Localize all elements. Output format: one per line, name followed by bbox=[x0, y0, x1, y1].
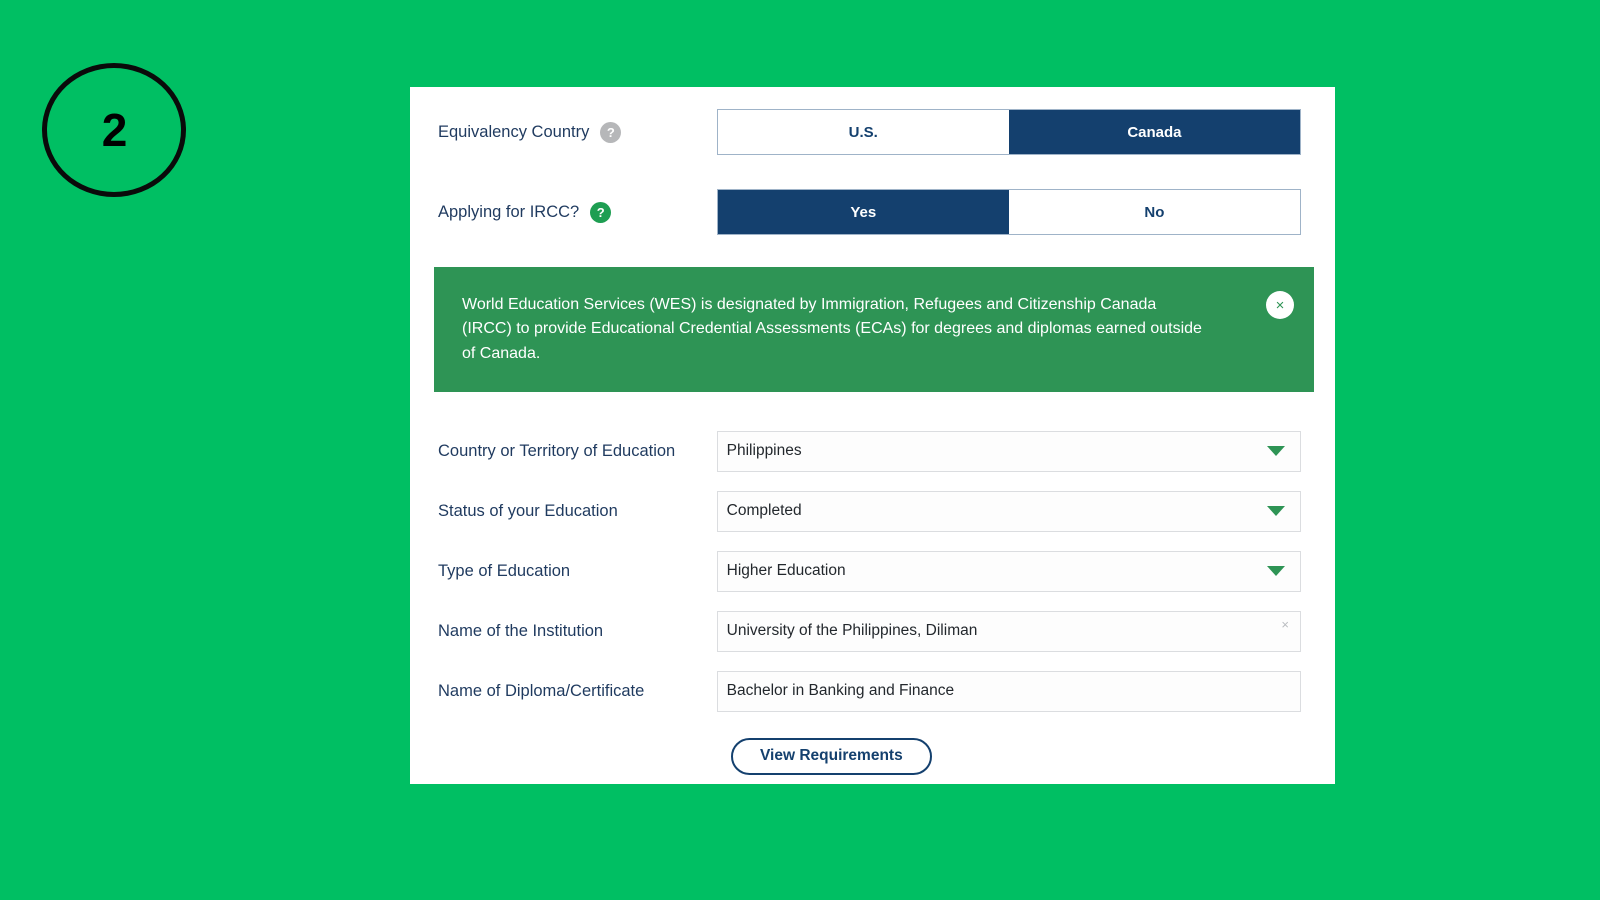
diploma-name-input[interactable]: Bachelor in Banking and Finance bbox=[716, 670, 1301, 712]
status-of-education-label: Status of your Education bbox=[438, 501, 618, 520]
country-of-education-select[interactable]: Philippines bbox=[716, 430, 1301, 472]
applying-for-ircc-segmented-control: Yes No bbox=[716, 189, 1301, 235]
equivalency-country-label: Equivalency Country bbox=[438, 122, 590, 141]
chevron-down-icon[interactable] bbox=[1267, 506, 1285, 517]
applying-for-ircc-label: Applying for IRCC? bbox=[438, 202, 580, 221]
applying-for-ircc-label-group: Applying for IRCC? ? bbox=[424, 201, 717, 223]
chevron-down-icon[interactable] bbox=[1267, 566, 1285, 577]
chevron-down-icon[interactable] bbox=[1267, 446, 1285, 457]
institution-name-input[interactable]: University of the Philippines, Diliman × bbox=[716, 610, 1301, 652]
applying-for-ircc-help-icon[interactable]: ? bbox=[590, 201, 612, 223]
status-of-education-value: Completed bbox=[726, 502, 802, 520]
type-of-education-row: Type of Education Higher Education bbox=[424, 550, 1301, 592]
close-icon[interactable]: × bbox=[1266, 291, 1294, 319]
ircc-info-banner: World Education Services (WES) is design… bbox=[434, 267, 1314, 392]
applying-for-ircc-row: Applying for IRCC? ? Yes No bbox=[424, 189, 1301, 235]
diploma-name-value: Bachelor in Banking and Finance bbox=[726, 682, 955, 700]
diploma-name-label: Name of Diploma/Certificate bbox=[438, 681, 645, 700]
ircc-info-banner-text: World Education Services (WES) is design… bbox=[462, 296, 1202, 362]
applying-for-ircc-option-yes[interactable]: Yes bbox=[717, 190, 1009, 234]
institution-name-label: Name of the Institution bbox=[438, 621, 604, 640]
status-of-education-select[interactable]: Completed bbox=[716, 490, 1301, 532]
step-number-badge: 2 bbox=[42, 63, 186, 197]
equivalency-country-help-icon[interactable]: ? bbox=[600, 121, 622, 143]
actions-row: View Requirements bbox=[424, 737, 1301, 775]
type-of-education-value: Higher Education bbox=[726, 562, 846, 580]
institution-name-value: University of the Philippines, Diliman bbox=[726, 622, 978, 640]
education-fields-list: Country or Territory of Education Philip… bbox=[424, 430, 1301, 712]
diploma-name-row: Name of Diploma/Certificate Bachelor in … bbox=[424, 670, 1301, 712]
applying-for-ircc-option-no[interactable]: No bbox=[1008, 190, 1301, 234]
actions-spacer bbox=[424, 738, 717, 775]
country-of-education-label: Country or Territory of Education bbox=[438, 441, 676, 460]
status-of-education-row: Status of your Education Completed bbox=[424, 490, 1301, 532]
type-of-education-select[interactable]: Higher Education bbox=[716, 550, 1301, 592]
view-requirements-button[interactable]: View Requirements bbox=[731, 737, 932, 775]
equivalency-country-option-canada[interactable]: Canada bbox=[1008, 110, 1301, 154]
type-of-education-label: Type of Education bbox=[438, 561, 571, 580]
step-number: 2 bbox=[101, 104, 128, 156]
institution-name-row: Name of the Institution University of th… bbox=[424, 610, 1301, 652]
equivalency-country-row: Equivalency Country ? U.S. Canada bbox=[424, 109, 1301, 155]
country-of-education-value: Philippines bbox=[726, 442, 802, 460]
country-of-education-row: Country or Territory of Education Philip… bbox=[424, 430, 1301, 472]
education-form-card: Equivalency Country ? U.S. Canada Applyi… bbox=[410, 87, 1335, 784]
equivalency-country-label-group: Equivalency Country ? bbox=[424, 121, 717, 143]
equivalency-country-option-us[interactable]: U.S. bbox=[717, 110, 1009, 154]
clear-icon[interactable]: × bbox=[1281, 618, 1289, 631]
card-content: Equivalency Country ? U.S. Canada Applyi… bbox=[410, 87, 1335, 775]
equivalency-country-segmented-control: U.S. Canada bbox=[716, 109, 1301, 155]
